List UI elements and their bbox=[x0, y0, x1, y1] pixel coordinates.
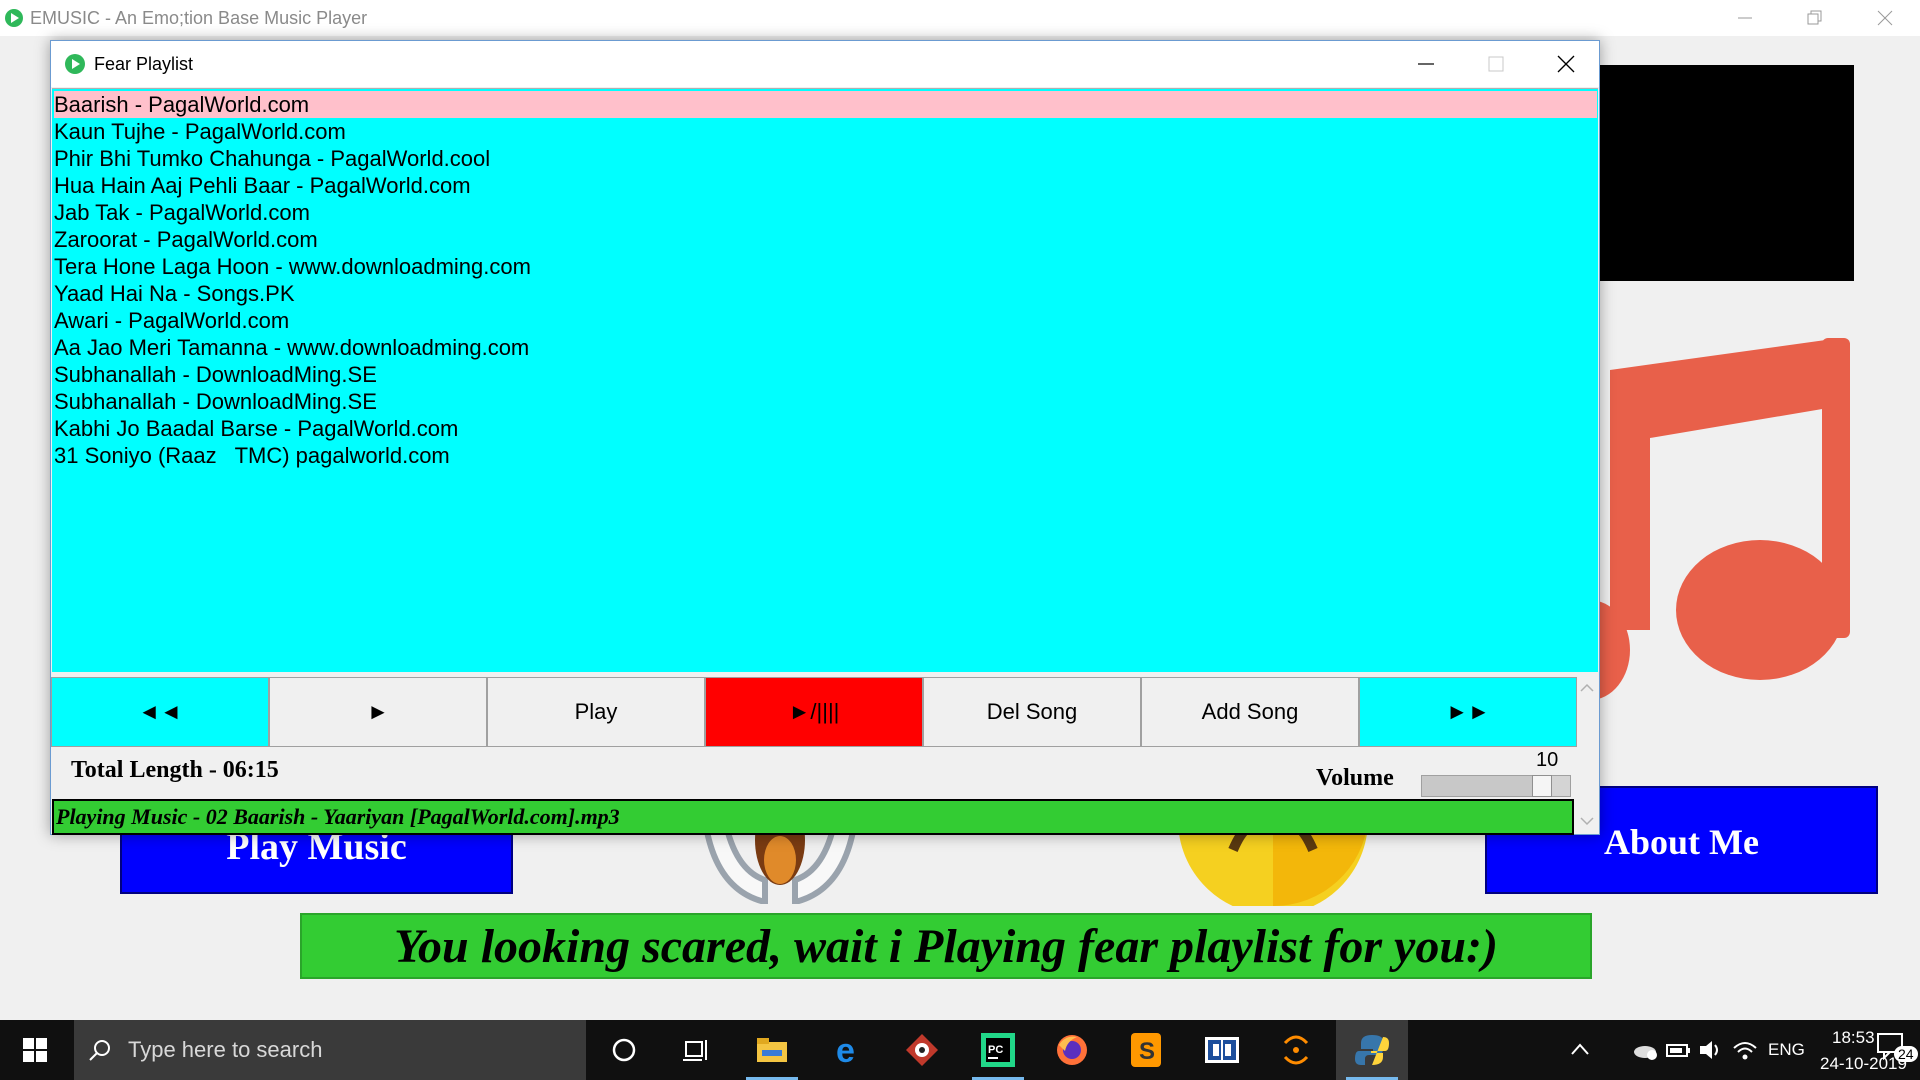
song-list-item[interactable]: Tera Hone Laga Hoon - www.downloadming.c… bbox=[54, 253, 1597, 280]
pycharm-button[interactable]: PC bbox=[962, 1020, 1034, 1080]
minimize-icon bbox=[1418, 63, 1434, 65]
volume-slider-track bbox=[1422, 776, 1532, 796]
start-button[interactable] bbox=[0, 1020, 70, 1080]
close-icon bbox=[1557, 55, 1575, 73]
main-window-title: EMUSIC - An Emo;tion Base Music Player bbox=[30, 7, 368, 28]
task-view-icon bbox=[683, 1040, 707, 1061]
pycharm-icon: PC bbox=[981, 1033, 1015, 1067]
close-icon bbox=[1877, 10, 1893, 26]
add-song-button[interactable]: Add Song bbox=[1141, 677, 1359, 747]
close-button[interactable] bbox=[1850, 0, 1920, 36]
song-list-item[interactable]: Phir Bhi Tumko Chahunga - PagalWorld.coo… bbox=[54, 145, 1597, 172]
volume-slider-thumb[interactable] bbox=[1532, 775, 1552, 797]
file-explorer-icon bbox=[757, 1038, 787, 1062]
minimize-button[interactable] bbox=[1710, 0, 1780, 36]
video-panel bbox=[1600, 65, 1854, 281]
show-hidden-icons-icon[interactable] bbox=[1570, 1042, 1590, 1056]
song-list-item[interactable]: Subhanallah - DownloadMing.SE bbox=[54, 361, 1597, 388]
song-list-item[interactable]: Zaroorat - PagalWorld.com bbox=[54, 226, 1597, 253]
edge-icon: e bbox=[836, 1034, 855, 1066]
song-list-item[interactable]: Jab Tak - PagalWorld.com bbox=[54, 199, 1597, 226]
resume-button[interactable]: ► bbox=[269, 677, 487, 747]
song-list-item[interactable]: Baarish - PagalWorld.com bbox=[54, 91, 1597, 118]
dolby-icon bbox=[1205, 1037, 1239, 1063]
song-listbox[interactable]: Baarish - PagalWorld.com Kaun Tujhe - Pag… bbox=[52, 88, 1598, 672]
wifi-icon[interactable] bbox=[1732, 1038, 1758, 1062]
dialog-minimize-button[interactable] bbox=[1391, 41, 1461, 87]
play-pause-button[interactable]: ►/|||| bbox=[705, 677, 923, 747]
fear-playlist-dialog: Fear Playlist Baarish - PagalWorld.com Ka… bbox=[50, 40, 1600, 835]
volume-label: Volume bbox=[1316, 765, 1394, 791]
volume-icon[interactable] bbox=[1698, 1038, 1724, 1062]
forward-button[interactable]: ►► bbox=[1359, 677, 1577, 747]
total-length-label: Total Length - 06:15 bbox=[71, 757, 279, 783]
scroll-up-icon[interactable] bbox=[1578, 678, 1596, 698]
file-explorer-button[interactable] bbox=[736, 1020, 808, 1080]
python-button[interactable] bbox=[1336, 1020, 1408, 1080]
mood-banner-text: You looking scared, wait i Playing fear … bbox=[394, 919, 1498, 973]
volume-slider[interactable] bbox=[1421, 775, 1571, 797]
cortana-button[interactable] bbox=[588, 1020, 660, 1080]
dialog-close-button[interactable] bbox=[1531, 41, 1601, 87]
python-icon bbox=[1355, 1035, 1389, 1065]
battery-icon[interactable] bbox=[1666, 1040, 1692, 1060]
app-icon bbox=[65, 54, 85, 74]
song-list-item[interactable]: Kaun Tujhe - PagalWorld.com bbox=[54, 118, 1597, 145]
del-song-button[interactable]: Del Song bbox=[923, 677, 1141, 747]
volume-value: 10 bbox=[1536, 749, 1559, 771]
action-center-button[interactable]: 24 bbox=[1876, 1032, 1918, 1068]
maximize-icon bbox=[1488, 56, 1504, 72]
song-list-item[interactable]: Aa Jao Meri Tamanna - www.downloadming.c… bbox=[54, 334, 1597, 361]
song-list-item[interactable]: Subhanallah - DownloadMing.SE bbox=[54, 388, 1597, 415]
sublime-text-icon: S bbox=[1131, 1033, 1161, 1067]
minimize-icon bbox=[1738, 17, 1752, 19]
rewind-button[interactable]: ◄◄ bbox=[51, 677, 269, 747]
clock-time[interactable]: 18:53 bbox=[1832, 1028, 1875, 1048]
edge-button[interactable]: e bbox=[812, 1020, 884, 1080]
dolby-button[interactable] bbox=[1186, 1020, 1258, 1080]
now-playing-text: Playing Music - 02 Baarish - Yaariyan [P… bbox=[56, 804, 620, 829]
dialog-maximize-button[interactable] bbox=[1461, 41, 1531, 87]
restore-button[interactable] bbox=[1780, 0, 1850, 36]
svg-text:e: e bbox=[836, 1034, 855, 1066]
anaconda-icon bbox=[1283, 1035, 1309, 1065]
taskbar: Type here to search e PC S ENG 18:53 24-… bbox=[0, 1020, 1920, 1080]
song-list-item[interactable]: Kabhi Jo Baadal Barse - PagalWorld.com bbox=[54, 415, 1597, 442]
app-icon bbox=[5, 9, 23, 27]
song-list-item[interactable]: Hua Hain Aaj Pehli Baar - PagalWorld.com bbox=[54, 172, 1597, 199]
firefox-icon bbox=[1057, 1035, 1087, 1065]
now-playing-bar: Playing Music - 02 Baarish - Yaariyan [P… bbox=[52, 799, 1574, 835]
dialog-titlebar: Fear Playlist bbox=[51, 41, 1599, 87]
svg-text:S: S bbox=[1139, 1038, 1155, 1065]
onedrive-icon[interactable] bbox=[1632, 1040, 1658, 1060]
music-note-icon bbox=[1560, 338, 1850, 700]
taskbar-search-box[interactable]: Type here to search bbox=[74, 1020, 586, 1080]
dialog-title: Fear Playlist bbox=[94, 53, 194, 74]
language-indicator[interactable]: ENG bbox=[1768, 1040, 1805, 1060]
scroll-down-icon[interactable] bbox=[1578, 811, 1596, 831]
restore-icon bbox=[1807, 10, 1822, 25]
song-list-item[interactable]: Yaad Hai Na - Songs.PK bbox=[54, 280, 1597, 307]
search-placeholder: Type here to search bbox=[128, 1037, 323, 1062]
notification-count-badge: 24 bbox=[1894, 1046, 1918, 1062]
svg-text:PC: PC bbox=[988, 1044, 1003, 1056]
main-titlebar: EMUSIC - An Emo;tion Base Music Player bbox=[0, 0, 1920, 36]
sublime-text-button[interactable]: S bbox=[1110, 1020, 1182, 1080]
song-list-item[interactable]: 31 Soniyo (Raaz TMC) pagalworld.com bbox=[54, 442, 1597, 469]
anaconda-button[interactable] bbox=[1260, 1020, 1332, 1080]
system-tray: ENG 18:53 24-10-2019 24 bbox=[1520, 1020, 1920, 1080]
song-list-item[interactable]: Awari - PagalWorld.com bbox=[54, 307, 1597, 334]
search-icon bbox=[89, 1040, 110, 1061]
firefox-button[interactable] bbox=[1036, 1020, 1108, 1080]
spider-app-icon bbox=[906, 1034, 938, 1066]
cortana-icon bbox=[612, 1038, 636, 1062]
windows-logo-icon bbox=[23, 1038, 47, 1062]
play-button[interactable]: Play bbox=[487, 677, 705, 747]
task-view-button[interactable] bbox=[660, 1020, 732, 1080]
mood-banner: You looking scared, wait i Playing fear … bbox=[300, 913, 1592, 979]
spider-app-button[interactable] bbox=[886, 1020, 958, 1080]
